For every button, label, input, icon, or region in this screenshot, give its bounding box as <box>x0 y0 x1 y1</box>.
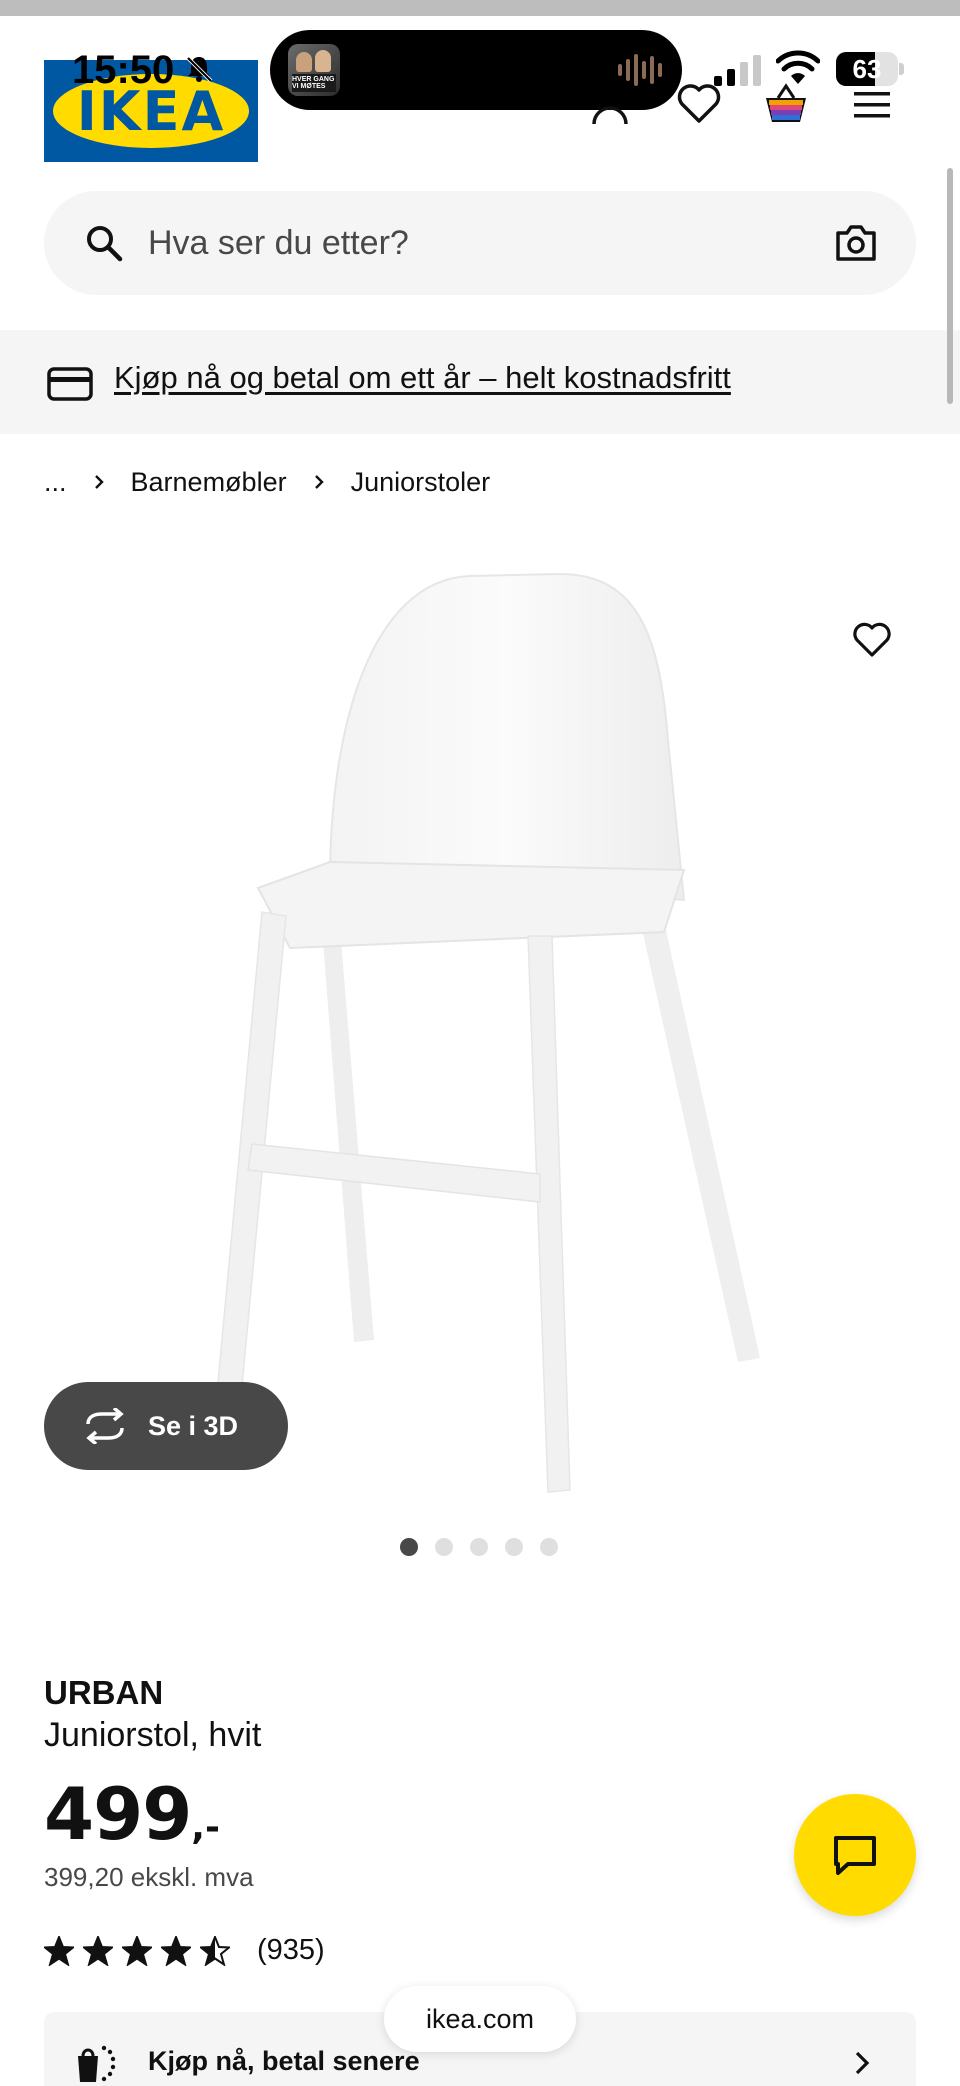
search-input[interactable] <box>148 219 748 267</box>
camera-icon[interactable] <box>834 223 878 263</box>
star-full-icon <box>44 1935 74 1966</box>
view-in-3d-label: Se i 3D <box>148 1410 239 1441</box>
view-in-3d-button[interactable]: Se i 3D <box>44 1382 288 1470</box>
breadcrumb: ... Barnemøbler Juniorstoler <box>44 462 490 502</box>
gallery-pagination <box>400 1538 558 1556</box>
user-icon[interactable] <box>590 100 630 124</box>
price-value: 499 <box>44 1772 192 1856</box>
favourite-button[interactable] <box>846 614 898 666</box>
product-name: URBAN <box>44 1674 164 1711</box>
chat-bubble-icon <box>834 1836 876 1875</box>
star-full-icon <box>161 1935 191 1966</box>
heart-icon <box>853 622 891 657</box>
price-excluding-vat: 399,20 ekskl. mva <box>44 1862 254 1892</box>
chevron-right-icon <box>314 475 324 489</box>
promo-link[interactable]: Kjøp nå og betal om ett år – helt kostna… <box>114 360 731 396</box>
promo-banner: Kjøp nå og betal om ett år – helt kostna… <box>0 330 960 434</box>
rating-stars <box>44 1935 239 1966</box>
credit-card-icon <box>47 367 93 401</box>
pagination-dot[interactable] <box>505 1538 523 1556</box>
search-bar[interactable] <box>44 191 916 295</box>
shopping-bag-icon[interactable] <box>762 80 810 126</box>
browser-url: ikea.com <box>425 2003 535 2034</box>
star-half-icon <box>200 1935 230 1966</box>
browser-url-pill[interactable]: ikea.com <box>384 1986 576 2052</box>
chevron-right-icon <box>94 475 104 489</box>
bag-with-dots-icon <box>78 2045 116 2082</box>
rotate-3d-icon <box>86 1408 124 1444</box>
audio-waveform-icon <box>618 52 662 88</box>
breadcrumb-item-juniorstoler[interactable]: Juniorstoler <box>351 467 491 498</box>
media-art-text: HVER GANG VI MØTES <box>292 76 335 90</box>
product-description: Juniorstol, hvit <box>44 1716 262 1754</box>
rating-count: (935) <box>257 1934 325 1966</box>
star-full-icon <box>83 1935 113 1966</box>
scrollbar[interactable] <box>947 168 953 404</box>
chevron-right-icon <box>855 2051 870 2075</box>
dynamic-island[interactable]: HVER GANG VI MØTES <box>270 30 682 110</box>
top-edge-strip <box>0 0 960 16</box>
status-time: 15:50 <box>72 48 175 92</box>
product-price: 499,- <box>44 1772 220 1856</box>
chat-button[interactable] <box>794 1794 916 1916</box>
bell-slash-icon <box>186 56 213 83</box>
pagination-dot[interactable] <box>540 1538 558 1556</box>
product-rating[interactable]: (935) <box>44 1934 325 1967</box>
battery-level: 63 <box>852 54 882 84</box>
heart-icon[interactable] <box>676 82 722 124</box>
pagination-dot[interactable] <box>400 1538 418 1556</box>
pagination-dot[interactable] <box>470 1538 488 1556</box>
breadcrumb-ellipsis[interactable]: ... <box>44 467 67 498</box>
search-icon <box>87 226 123 262</box>
battery-indicator: 63 <box>836 52 904 86</box>
breadcrumb-item-barnemobler[interactable]: Barnemøbler <box>131 467 287 498</box>
media-artwork: HVER GANG VI MØTES <box>288 44 340 96</box>
star-full-icon <box>122 1935 152 1966</box>
buy-later-label: Kjøp nå, betal senere <box>148 2046 420 2076</box>
pagination-dot[interactable] <box>435 1538 453 1556</box>
price-suffix: ,- <box>191 1807 220 1848</box>
menu-icon[interactable] <box>852 90 892 120</box>
